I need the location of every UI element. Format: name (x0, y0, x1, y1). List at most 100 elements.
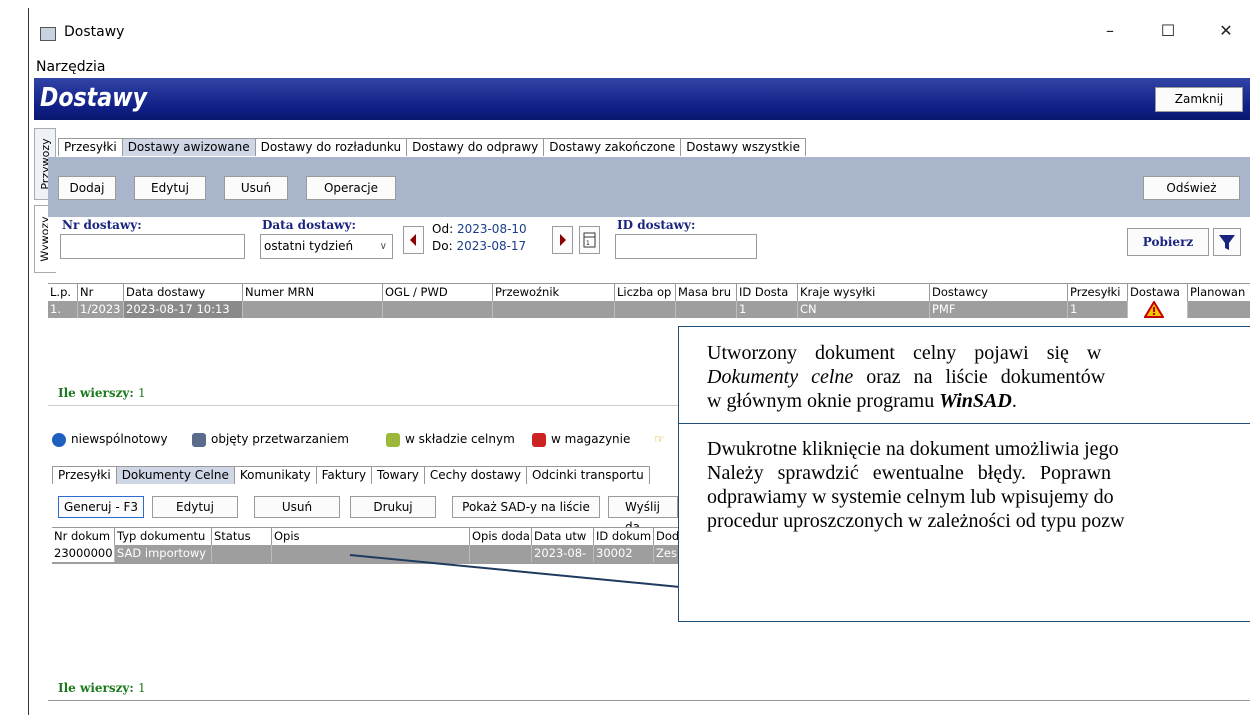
callout-divider (679, 423, 1250, 424)
annotation-callout: Utworzony dokument celny pojawi się w Do… (678, 326, 1250, 622)
col-planowana[interactable]: Planowan (1188, 284, 1250, 301)
col-data-utworzenia[interactable]: Data utw (532, 528, 594, 545)
zamknij-button[interactable]: Zamknij (1155, 87, 1243, 112)
col-przesylki[interactable]: Przesyłki (1068, 284, 1128, 301)
deliveries-grid-header: L.p. Nr Data dostawy Numer MRN OGL / PWD… (48, 283, 1250, 302)
svg-text:1: 1 (586, 240, 590, 247)
calendar-button[interactable]: 1 (579, 226, 600, 254)
col-id-dostawy[interactable]: ID Dosta (737, 284, 798, 301)
cell-nr-dokumentu: 23000000 (52, 545, 115, 562)
menu-narzedzia[interactable]: Narzędzia (36, 59, 105, 75)
pobierz-button[interactable]: Pobierz (1127, 228, 1209, 256)
pl-badge-icon (532, 432, 546, 447)
maximize-button[interactable]: ☐ (1148, 16, 1188, 46)
col-ogl-pwd[interactable]: OGL / PWD (383, 284, 493, 301)
col-dostawa[interactable]: Dostawa (1128, 284, 1188, 301)
prev-date-button[interactable] (403, 226, 424, 254)
warning-icon (1143, 301, 1165, 318)
btab-odcinki-transportu[interactable]: Odcinki transportu (525, 466, 650, 484)
banner-title: Dostawy (40, 83, 147, 113)
callout-paragraph-1: Utworzony dokument celny pojawi się w Do… (707, 341, 1250, 413)
hand-icon: ☞ (654, 432, 665, 446)
warehouse-icon (386, 432, 400, 447)
next-date-button[interactable] (552, 226, 573, 254)
col-opis-dodatkowy[interactable]: Opis doda (470, 528, 532, 545)
cell-typ: SAD importowy (115, 545, 212, 562)
col-kraje-wysylki[interactable]: Kraje wysyłki (798, 284, 930, 301)
callout-line-3: w głównym oknie programu WinSAD. (707, 390, 1017, 412)
btab-towary[interactable]: Towary (371, 466, 425, 484)
cell-id: 1 (737, 301, 798, 318)
cell-dostawcy: PMF (930, 301, 1068, 318)
col-masa-bru[interactable]: Masa bru (676, 284, 737, 301)
edytuj-button[interactable]: Edytuj (134, 176, 206, 200)
date-range-select[interactable]: ostatni tydzień ∨ (260, 234, 393, 259)
col-id-dokumentu[interactable]: ID dokum (594, 528, 654, 545)
usun-button[interactable]: Usuń (224, 176, 288, 200)
doc-edytuj-button[interactable]: Edytuj (152, 496, 238, 518)
legend-sklad-celny: w składzie celnym (386, 432, 515, 447)
arrow-left-icon (410, 234, 416, 246)
col-data-dostawy[interactable]: Data dostawy (124, 284, 243, 301)
date-range-value: ostatni tydzień (264, 239, 354, 253)
funnel-icon (1219, 235, 1235, 250)
cell-masa (676, 301, 737, 318)
tab-dostawy-awizowane[interactable]: Dostawy awizowane (121, 138, 256, 156)
btab-dokumenty-celne[interactable]: Dokumenty Celne (115, 466, 235, 484)
doc-usun-button[interactable]: Usuń (254, 496, 340, 518)
id-dostawy-input[interactable] (615, 234, 757, 259)
operacje-button[interactable]: Operacje (306, 176, 396, 200)
tab-dostawy-do-rozladunku[interactable]: Dostawy do rozładunku (254, 138, 408, 156)
tab-przesylki[interactable]: Przesyłki (58, 138, 123, 156)
grid1-row-count: Ile wierszy: 1 (58, 386, 146, 400)
arrow-right-icon (560, 234, 566, 246)
btab-cechy-dostawy[interactable]: Cechy dostawy (423, 466, 527, 484)
col-status[interactable]: Status (212, 528, 272, 545)
data-dostawy-label: Data dostawy: (262, 218, 356, 232)
callout-line-2: Dokumenty celne oraz na liście dokumentó… (707, 366, 1106, 388)
btab-komunikaty[interactable]: Komunikaty (233, 466, 317, 484)
cell-kraje: CN (798, 301, 930, 318)
nr-dostawy-label: Nr dostawy: (62, 218, 142, 232)
header-banner (34, 78, 1250, 120)
dodaj-button[interactable]: Dodaj (58, 176, 116, 200)
nr-dostawy-input[interactable] (60, 234, 245, 259)
callout-line (349, 554, 681, 588)
close-window-button[interactable]: ✕ (1206, 16, 1246, 46)
globe-icon (52, 432, 66, 447)
col-liczba-op[interactable]: Liczba op (615, 284, 676, 301)
odswiez-button[interactable]: Odśwież (1143, 176, 1240, 200)
btab-przesylki[interactable]: Przesyłki (52, 466, 117, 484)
col-nr-dokumentu[interactable]: Nr dokum (52, 528, 115, 545)
factory-icon (192, 432, 206, 447)
minimize-button[interactable]: – (1090, 16, 1130, 46)
legend-magazyn: w magazynie (532, 432, 630, 447)
col-numer-mrn[interactable]: Numer MRN (243, 284, 383, 301)
app-icon (40, 27, 56, 41)
window-title: Dostawy (64, 24, 125, 40)
col-typ-dokumentu[interactable]: Typ dokumentu (115, 528, 212, 545)
generuj-button[interactable]: Generuj - F3 (58, 496, 144, 518)
col-nr[interactable]: Nr (78, 284, 124, 301)
cell-nr: 1/2023 (78, 301, 124, 318)
legend-niewspolnotowy: niewspólnotowy (52, 432, 168, 447)
table-row[interactable]: 1. 1/2023 2023-08-17 10:13 1 CN PMF 1 (48, 301, 1250, 318)
callout-line-6: odprawiamy w systemie celnym lub wpisuje… (707, 486, 1114, 508)
col-przewoznik[interactable]: Przewoźnik (493, 284, 615, 301)
grid2-row-count: Ile wierszy: 1 (58, 681, 146, 695)
col-dostawcy[interactable]: Dostawcy (930, 284, 1068, 301)
col-lp[interactable]: L.p. (48, 284, 78, 301)
col-opis[interactable]: Opis (272, 528, 470, 545)
calendar-icon: 1 (583, 232, 596, 248)
callout-paragraph-2: Dwukrotne kliknięcie na dokument umożliw… (707, 437, 1250, 533)
drukuj-button[interactable]: Drukuj (350, 496, 436, 518)
btab-faktury[interactable]: Faktury (315, 466, 373, 484)
tab-dostawy-wszystkie[interactable]: Dostawy wszystkie (680, 138, 806, 156)
filter-button[interactable] (1213, 228, 1241, 256)
wyslij-button[interactable]: Wyślij da (608, 496, 678, 534)
cell-dostawa (1128, 301, 1188, 318)
cell-data-dostawy: 2023-08-17 10:13 (124, 301, 243, 318)
tab-dostawy-zakonczone[interactable]: Dostawy zakończone (543, 138, 682, 156)
pokaz-sad-button[interactable]: Pokaż SAD-y na liście (452, 496, 600, 518)
tab-dostawy-do-odprawy[interactable]: Dostawy do odprawy (406, 138, 545, 156)
